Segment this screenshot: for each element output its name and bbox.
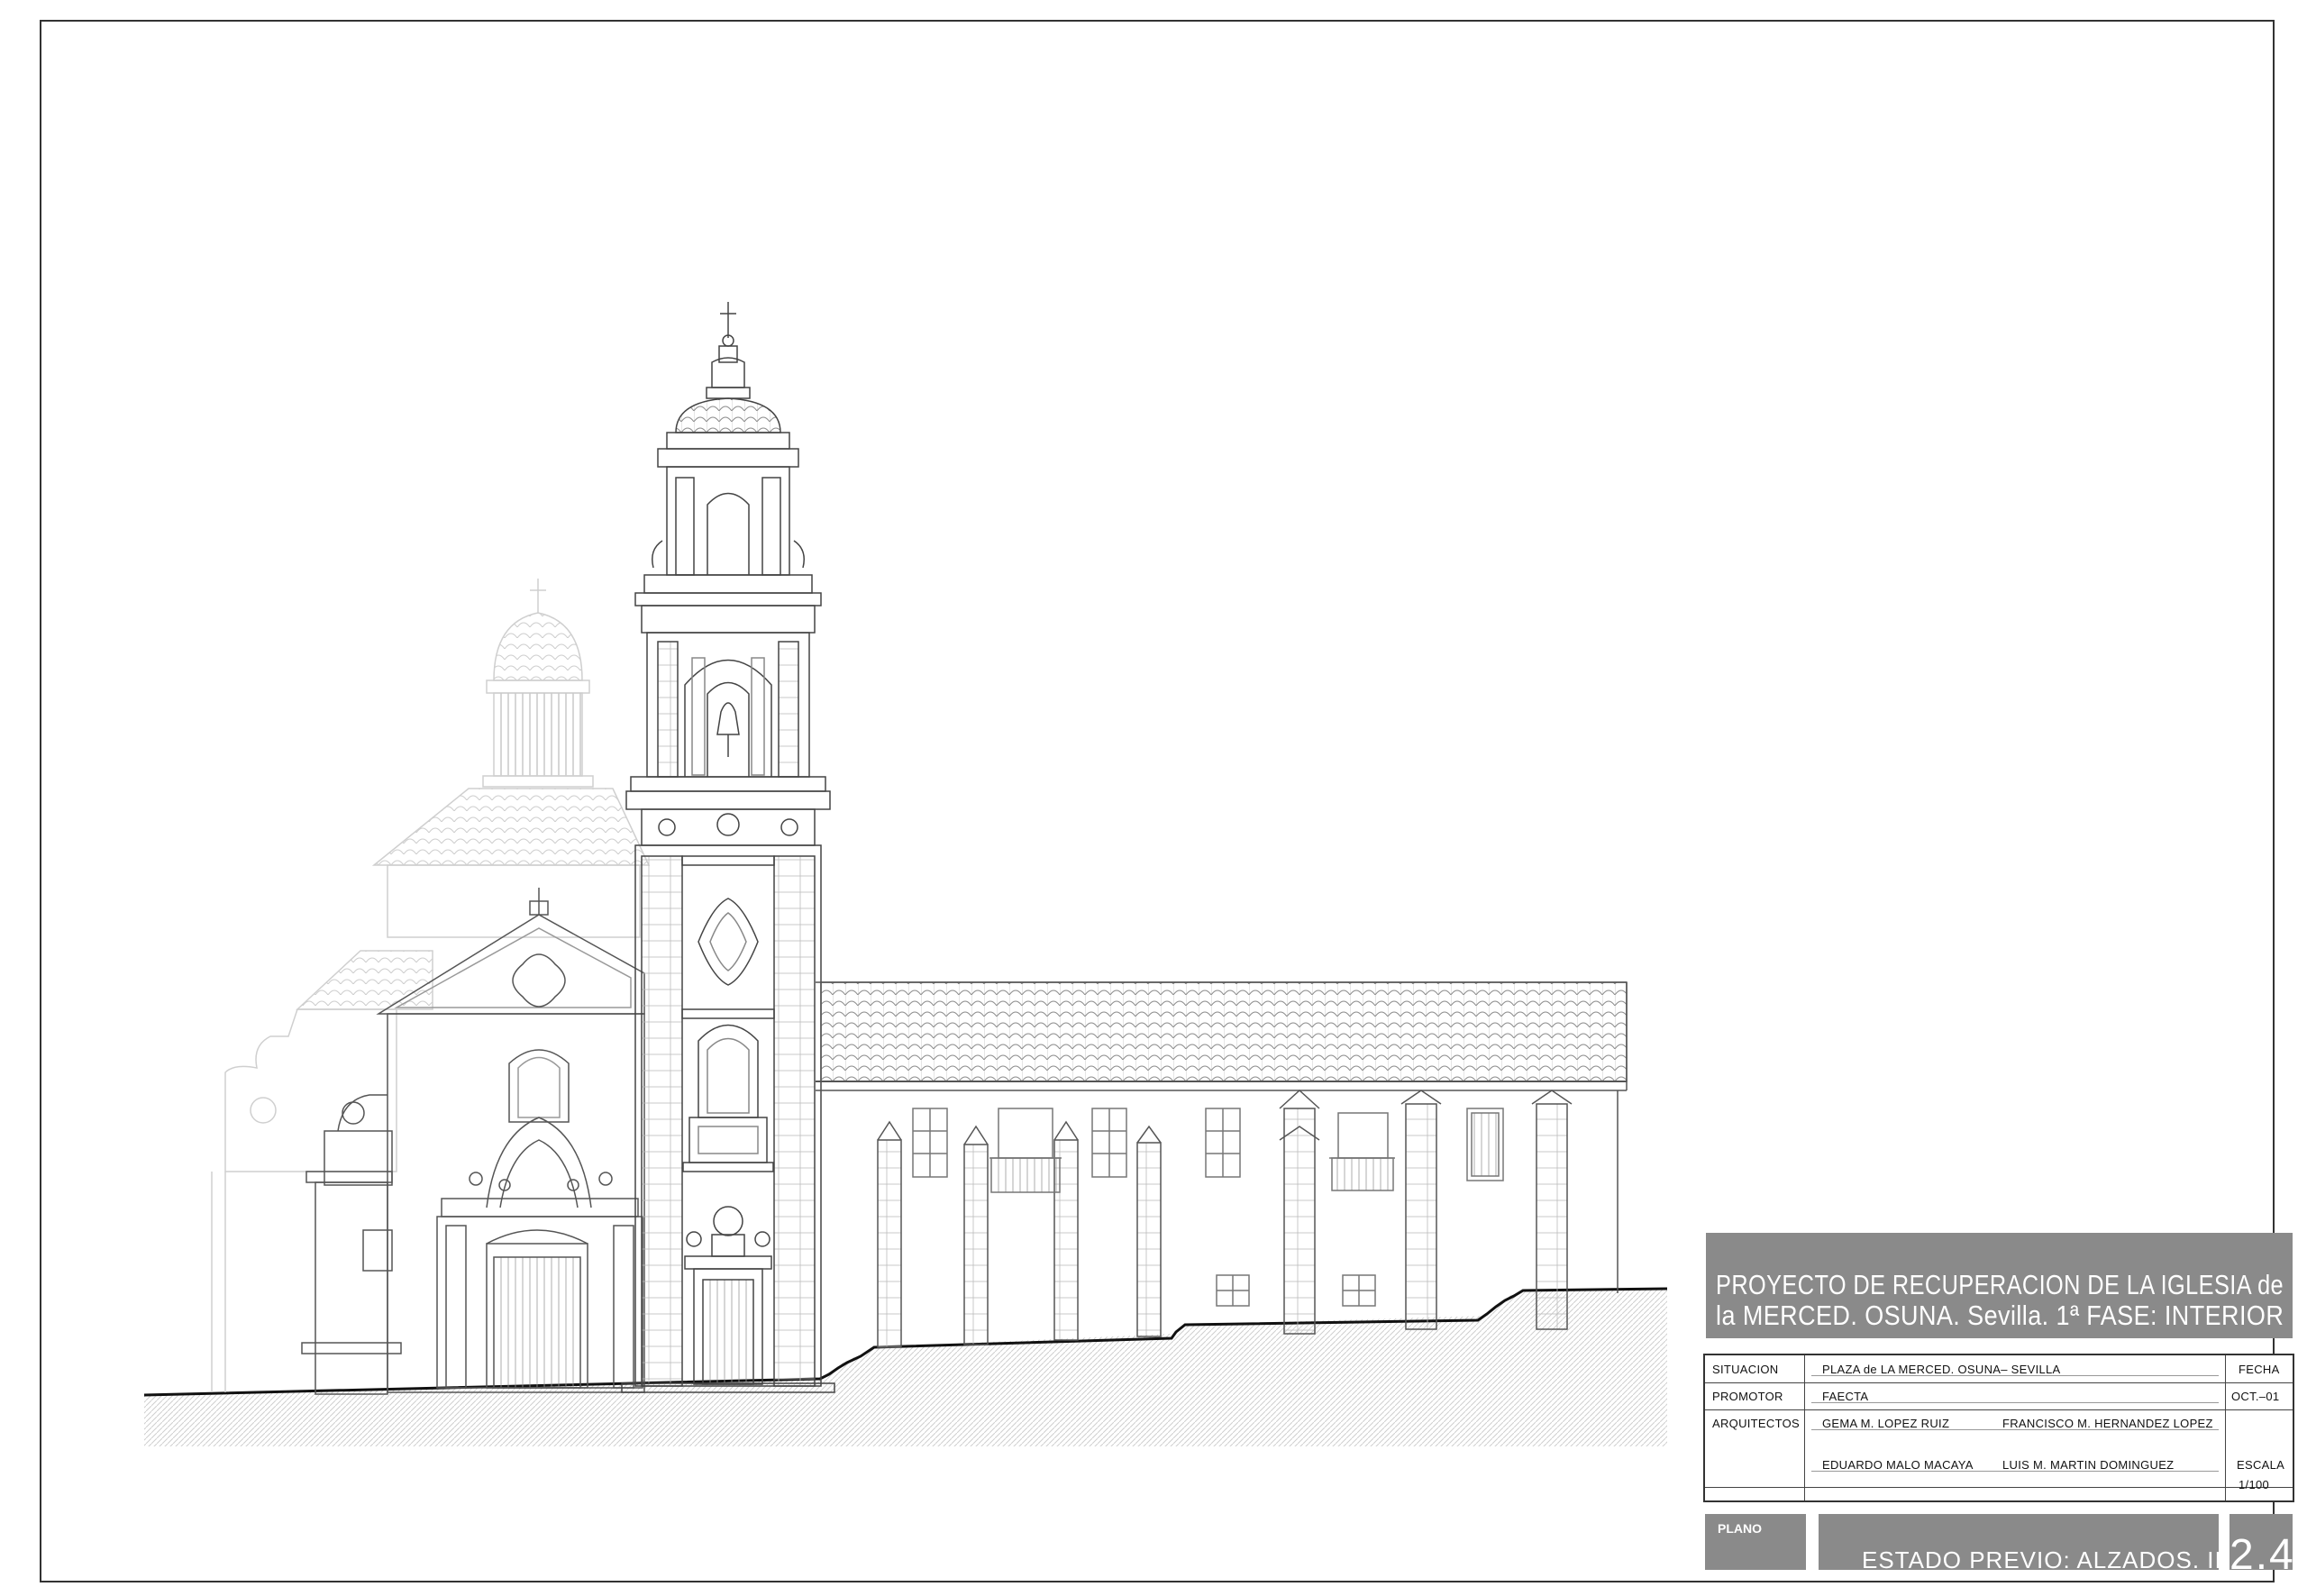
arquitecto-1: GEMA M. LOPEZ RUIZ bbox=[1822, 1417, 1950, 1430]
fecha-value: OCT.–01 bbox=[2231, 1390, 2280, 1403]
fecha-label: FECHA bbox=[2239, 1363, 2280, 1376]
project-info-table: SITUACION PLAZA de LA MERCED. OSUNA– SEV… bbox=[1703, 1354, 2294, 1502]
situacion-value: PLAZA de LA MERCED. OSUNA– SEVILLA bbox=[1822, 1363, 2061, 1376]
promotor-label: PROMOTOR bbox=[1712, 1390, 1783, 1403]
table-divider bbox=[2225, 1355, 2226, 1500]
nave bbox=[816, 981, 1628, 1348]
sheet-number-box: 2.4 bbox=[2229, 1514, 2293, 1570]
promotor-value: FAECTA bbox=[1822, 1390, 1869, 1403]
arquitecto-2: FRANCISCO M. HERNANDEZ LOPEZ bbox=[2002, 1417, 2213, 1430]
arquitecto-3: EDUARDO MALO MACAYA bbox=[1822, 1458, 1974, 1472]
sheet-name: ESTADO PREVIO: ALZADOS. II bbox=[1862, 1546, 2219, 1570]
background-dome bbox=[211, 579, 651, 1392]
project-title-line-1: PROYECTO DE RECUPERACION DE LA IGLESIA d… bbox=[1715, 1269, 2284, 1300]
escala-label: ESCALA bbox=[2237, 1458, 2285, 1472]
arquitecto-4: LUIS M. MARTIN DOMINGUEZ bbox=[2002, 1458, 2175, 1472]
sheet-name-box: ESTADO PREVIO: ALZADOS. II bbox=[1819, 1514, 2219, 1570]
arquitectos-label: ARQUITECTOS bbox=[1712, 1417, 1800, 1430]
situacion-label: SITUACION bbox=[1712, 1363, 1779, 1376]
table-divider bbox=[1705, 1409, 2293, 1410]
bell-tower bbox=[621, 302, 835, 1393]
ground bbox=[143, 1287, 1668, 1446]
project-title-line-2: la MERCED. OSUNA. Sevilla. 1ª FASE: INTE… bbox=[1715, 1300, 2284, 1331]
table-divider bbox=[1804, 1355, 1805, 1500]
table-underline bbox=[1811, 1402, 2219, 1403]
escala-value: 1/100 bbox=[2239, 1478, 2270, 1491]
table-divider bbox=[1705, 1382, 2293, 1383]
table-divider bbox=[1705, 1487, 2293, 1488]
plano-box: PLANO bbox=[1705, 1514, 1806, 1570]
sheet-number: 2.4 bbox=[2229, 1531, 2293, 1570]
plano-label: PLANO bbox=[1718, 1521, 1762, 1536]
project-title-block: PROYECTO DE RECUPERACION DE LA IGLESIA d… bbox=[1706, 1233, 2293, 1338]
